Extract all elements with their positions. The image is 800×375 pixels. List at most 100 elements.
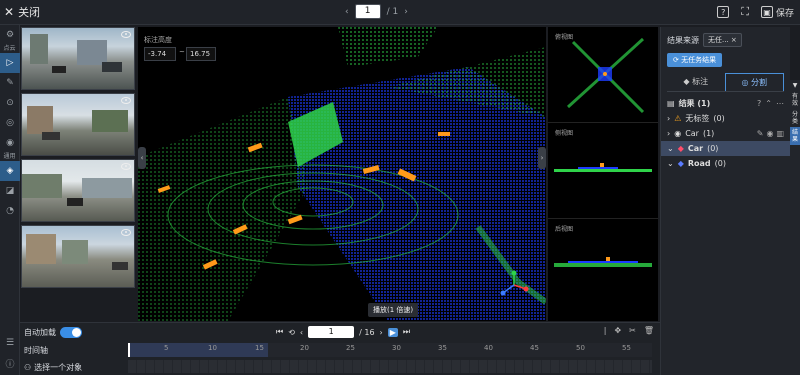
autoload-toggle[interactable] (60, 327, 82, 338)
rear-view-panel[interactable]: 后视图 (548, 219, 658, 315)
more-icon[interactable]: ⋯ (776, 99, 784, 108)
play-button-icon[interactable]: ▶ (387, 327, 398, 337)
label-tool-icon[interactable]: ◪ (0, 181, 20, 201)
vtab-results[interactable]: 结果 (790, 127, 800, 145)
settings-icon[interactable]: ⚙ (0, 25, 20, 45)
timeline-ruler[interactable]: 5 10 15 20 25 30 35 40 45 50 55 (128, 343, 652, 357)
top-view-label: 俯视图 (555, 34, 574, 41)
layers-tool-icon[interactable]: ◉ (0, 133, 20, 153)
street-scene-image (30, 34, 122, 73)
street-scene-image (27, 106, 128, 140)
tab-segment[interactable]: ◎ 分割 (724, 73, 784, 91)
expand-icon[interactable]: › (667, 114, 670, 123)
page-total: / 1 (386, 6, 399, 17)
vtab-valid[interactable]: 有效 (790, 91, 800, 109)
ortho-views: 俯视图 侧视图 后视图 (548, 27, 658, 321)
height-max-input[interactable]: 16.75 (186, 47, 216, 61)
help-icon[interactable]: ? (757, 99, 761, 108)
tick-label: 55 (622, 344, 631, 352)
play-tooltip: 播放(1 倍速) (368, 303, 419, 317)
tree-item-car-2[interactable]: ⌄ ◆ Car (0) (661, 141, 790, 156)
info-icon[interactable]: ⓘ (0, 353, 20, 373)
edit-icon[interactable]: ✎ (757, 129, 764, 138)
save-button[interactable]: ▣ 保存 (760, 6, 794, 19)
collapse-right-icon[interactable]: › (538, 147, 546, 169)
timeline-selection (128, 343, 268, 357)
delete-icon[interactable]: ▥ (776, 129, 784, 138)
help-icon[interactable]: ? (717, 6, 730, 18)
visibility-icon[interactable]: ◉ (766, 129, 773, 138)
pointcloud-render (138, 27, 546, 321)
height-range-separator: ~ (179, 48, 185, 56)
tree-item-unlabeled[interactable]: › ⚠ 无标签 (0) (661, 111, 790, 126)
panel-tabs: ◆ 标注 ◎ 分割 (667, 73, 784, 92)
camera-thumb-2[interactable] (21, 93, 135, 156)
no-task-result-button[interactable]: ⟳ 无任务结果 (667, 53, 723, 67)
playback-controls: ⏮ ⟲ ‹ 1 / 16 › ▶ ⏭ (276, 326, 410, 338)
circle-tool-icon[interactable]: ◎ (0, 113, 20, 133)
far-right-tabs: ▼ 有效 分类 结果 (790, 80, 800, 375)
tick-label: 5 (164, 344, 169, 352)
trash-icon[interactable]: 🗑 (644, 326, 654, 335)
visibility-eye-icon[interactable] (121, 229, 131, 236)
collapse-left-icon[interactable]: ‹ (138, 147, 146, 169)
camera-thumb-3[interactable] (21, 159, 135, 222)
prev-frame-icon[interactable]: ‹ (300, 328, 303, 337)
divider: | (603, 326, 607, 335)
prev-page-icon[interactable]: ‹ (345, 7, 349, 17)
page-input[interactable]: 1 (354, 4, 381, 19)
vtab-classify[interactable]: 分类 (790, 109, 800, 127)
filter-icon[interactable]: ▼ (790, 80, 800, 91)
collapse-icon[interactable]: ⌄ (667, 144, 674, 153)
save-icon: ▣ (760, 6, 773, 18)
tick-label: 35 (438, 344, 447, 352)
collapse-all-icon[interactable]: ⌃ (765, 99, 772, 108)
last-frame-icon[interactable]: ⏭ (403, 327, 410, 337)
right-panel: 结果来源 无任... × ⟳ 无任务结果 ◆ 标注 ◎ 分割 ▤ 结果 (1) ?… (660, 27, 790, 375)
warning-icon: ⚠ (674, 114, 682, 123)
next-frame-icon[interactable]: › (380, 328, 383, 337)
cut-icon[interactable]: ✂ (629, 326, 636, 335)
height-min-input[interactable]: -3.74 (144, 47, 176, 61)
save-label: 保存 (775, 8, 794, 19)
tick-label: 50 (576, 344, 585, 352)
visibility-eye-icon[interactable] (121, 97, 131, 104)
tree-item-road[interactable]: ⌄ ◆ Road (0) (661, 156, 790, 171)
tab-annotate[interactable]: ◆ 标注 (667, 73, 725, 91)
target-tool-icon[interactable]: ⊙ (0, 93, 20, 113)
camera-thumb-1[interactable] (21, 27, 135, 90)
next-page-icon[interactable]: › (404, 7, 408, 17)
list-icon: ▤ (667, 99, 675, 108)
tick-label: 40 (484, 344, 493, 352)
top-bar: ✕ 关闭 ‹ 1 / 1 › ? ⛶ ▣ 保存 (0, 0, 800, 25)
visibility-eye-icon[interactable] (121, 31, 131, 38)
playhead[interactable] (128, 343, 130, 357)
street-scene-image (26, 234, 128, 270)
pointcloud-3d-view[interactable]: 标注高度 -3.74 ~ 16.75 ‹ › (138, 27, 546, 321)
sliders-icon[interactable]: ☰ (0, 333, 20, 353)
frame-total: / 16 (359, 327, 375, 337)
visibility-eye-icon[interactable] (121, 163, 131, 170)
timeline-panel: 自动加载 ⏮ ⟲ ‹ 1 / 16 › ▶ ⏭ | ✥ ✂ 🗑 时间轴 5 10… (20, 322, 660, 375)
frame-input[interactable]: 1 (308, 326, 355, 338)
camera-thumb-4[interactable] (21, 225, 135, 288)
expand-icon[interactable]: › (667, 129, 670, 138)
class-color-icon: ◆ (677, 144, 684, 153)
pen-tool-icon[interactable]: ✎ (0, 73, 20, 93)
reload-icon[interactable]: ⟲ (288, 328, 295, 337)
fit-view-icon[interactable]: ◈ (0, 161, 20, 181)
fullscreen-icon[interactable]: ⛶ (741, 5, 749, 19)
side-view-panel[interactable]: 侧视图 (548, 123, 658, 219)
rear-view-render (554, 257, 652, 267)
close-button[interactable]: ✕ 关闭 (4, 4, 40, 20)
first-frame-icon[interactable]: ⏮ (276, 327, 283, 337)
top-view-panel[interactable]: 俯视图 (548, 27, 658, 123)
measure-tool-icon[interactable]: ◔ (0, 201, 20, 221)
collapse-icon[interactable]: ⌄ (667, 159, 674, 168)
left-toolbar: ⚙ 点云 ▷ ✎ ⊙ ◎ ◉ 通用 ◈ ◪ ◔ ☰ ⓘ (0, 25, 20, 375)
move-icon[interactable]: ✥ (614, 326, 621, 335)
tree-item-car-1[interactable]: › ◉ Car (1) ✎ ◉ ▥ (661, 126, 790, 141)
object-track[interactable] (128, 360, 652, 373)
result-source-chip[interactable]: 无任... × (703, 33, 742, 47)
select-tool-icon[interactable]: ▷ (0, 53, 20, 73)
